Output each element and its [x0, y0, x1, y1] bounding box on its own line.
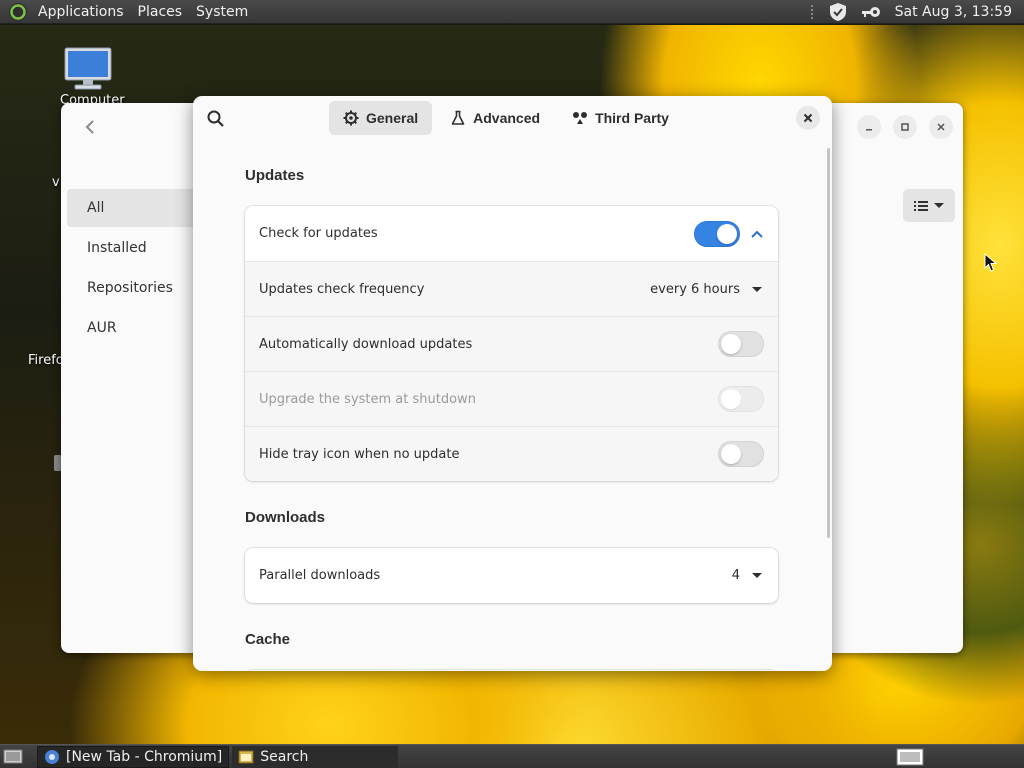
chevron-down-icon: [752, 286, 762, 292]
taskbar-item-chromium-label: [New Tab - Chromium]: [66, 748, 223, 765]
hide-tray-row[interactable]: Hide tray icon when no update: [245, 426, 778, 481]
menu-applications[interactable]: Applications: [31, 4, 131, 20]
section-title-cache: Cache: [245, 631, 291, 648]
hide-tray-label: Hide tray icon when no update: [259, 446, 460, 462]
minimize-icon: [866, 129, 872, 131]
mouse-pointer-icon: [984, 253, 998, 272]
close-icon: [803, 113, 813, 123]
clock[interactable]: Sat Aug 3, 13:59: [895, 4, 1012, 20]
third-party-icon: [573, 112, 588, 124]
upgrade-shutdown-row: Upgrade the system at shutdown: [245, 371, 778, 426]
auto-download-switch[interactable]: [718, 331, 764, 357]
parallel-downloads-dropdown[interactable]: 4: [732, 568, 764, 583]
search-window-icon: [238, 750, 254, 763]
sidebar-item-installed[interactable]: Installed: [67, 229, 193, 267]
preferences-dialog: General Advanced Third Party Updates Che…: [193, 96, 832, 671]
section-title-updates: Updates: [245, 167, 305, 184]
chromium-icon: [45, 749, 59, 764]
tab-bar: General Advanced Third Party: [329, 101, 683, 135]
tab-third-party[interactable]: Third Party: [558, 101, 683, 135]
check-frequency-label: Updates check frequency: [259, 281, 425, 297]
sidebar-item-aur[interactable]: AUR: [67, 309, 193, 347]
chevron-down-icon: [934, 203, 944, 208]
tab-third-party-label: Third Party: [595, 110, 669, 126]
workspace-switcher-icon[interactable]: [896, 748, 924, 766]
auto-download-label: Automatically download updates: [259, 336, 473, 352]
key-icon[interactable]: [861, 5, 881, 19]
dialog-header: General Advanced Third Party: [193, 96, 832, 140]
bottom-panel: [New Tab - Chromium] Search: [0, 744, 1024, 768]
firefox-icon-label[interactable]: Firefo: [28, 353, 64, 368]
sidebar: All Installed Repositories AUR: [67, 189, 193, 349]
updates-card: Check for updates Updates check frequenc…: [245, 206, 778, 481]
upgrade-shutdown-switch: [718, 386, 764, 412]
menu-places[interactable]: Places: [131, 4, 190, 20]
tab-advanced-label: Advanced: [473, 110, 541, 126]
scrollbar[interactable]: [827, 148, 830, 538]
top-panel: Applications Places System Sat Aug 3, 13…: [0, 0, 1024, 24]
upgrade-shutdown-label: Upgrade the system at shutdown: [259, 391, 476, 407]
taskbar-item-search[interactable]: Search: [232, 745, 399, 768]
view-menu-button[interactable]: [903, 189, 955, 222]
maximize-button[interactable]: [893, 115, 917, 139]
check-for-updates-switch[interactable]: [694, 220, 740, 247]
gear-icon: [343, 110, 359, 126]
list-icon: [914, 200, 928, 211]
parallel-downloads-row[interactable]: Parallel downloads 4: [245, 548, 778, 603]
tray-separator: [810, 4, 815, 19]
tab-advanced[interactable]: Advanced: [436, 101, 554, 135]
maximize-icon: [901, 123, 909, 131]
menu-system[interactable]: System: [189, 4, 255, 20]
tab-general-label: General: [366, 110, 419, 126]
downloads-card: Parallel downloads 4: [245, 548, 778, 603]
shield-icon[interactable]: [829, 2, 847, 22]
check-frequency-dropdown[interactable]: every 6 hours: [650, 282, 764, 297]
chevron-down-icon: [752, 573, 762, 578]
parallel-downloads-value: 4: [731, 568, 740, 583]
window-close-button[interactable]: [929, 115, 953, 139]
check-for-updates-label: Check for updates: [259, 226, 378, 241]
cache-card: [245, 670, 778, 671]
check-frequency-value: every 6 hours: [650, 281, 740, 297]
taskbar-item-chromium[interactable]: [New Tab - Chromium]: [37, 745, 230, 768]
window-controls: [857, 115, 953, 139]
back-arrow-icon[interactable]: [79, 116, 101, 138]
check-frequency-row[interactable]: Updates check frequency every 6 hours: [245, 261, 778, 316]
parallel-downloads-label: Parallel downloads: [259, 568, 381, 583]
sidebar-item-repositories[interactable]: Repositories: [67, 269, 193, 307]
distro-logo-icon[interactable]: [9, 2, 27, 21]
taskbar-item-search-label: Search: [260, 748, 309, 765]
check-for-updates-row[interactable]: Check for updates: [245, 206, 778, 261]
chevron-up-icon[interactable]: [750, 227, 764, 241]
section-title-downloads: Downloads: [245, 509, 326, 526]
flask-icon: [451, 110, 465, 125]
hide-tray-switch[interactable]: [718, 441, 764, 467]
computer-icon[interactable]: [63, 46, 113, 92]
preferences-content: Updates Check for updates Updates check …: [245, 140, 778, 671]
minimize-button[interactable]: [857, 115, 881, 139]
search-icon[interactable]: [205, 108, 227, 130]
tab-general[interactable]: General: [329, 101, 433, 135]
auto-download-row[interactable]: Automatically download updates: [245, 316, 778, 371]
sidebar-item-all[interactable]: All: [67, 189, 193, 227]
close-icon: [937, 123, 945, 131]
dialog-close-button[interactable]: [796, 106, 820, 130]
show-desktop-icon[interactable]: [3, 748, 23, 766]
